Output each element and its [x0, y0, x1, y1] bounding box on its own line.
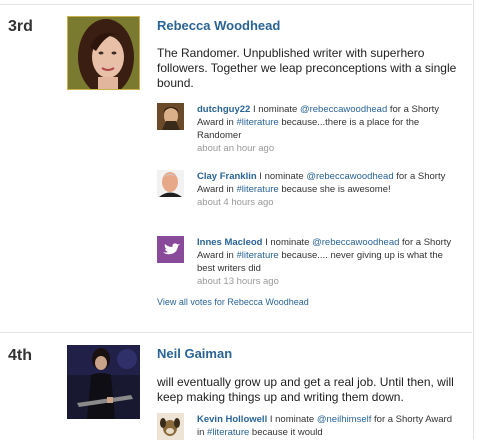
hashtag-link[interactable]: #literature	[236, 184, 278, 195]
vote-reason: because it would	[249, 427, 323, 438]
neil-gaiman-photo[interactable]	[67, 345, 140, 419]
hashtag-link[interactable]: #literature	[236, 250, 278, 261]
vote-reason: because she is awesome!	[278, 184, 391, 195]
nominee-handle[interactable]: @rebeccawoodhead	[306, 171, 393, 182]
voter-avatar[interactable]	[157, 236, 184, 263]
vote-text-part: I nominate	[256, 171, 307, 182]
portrait-photo-icon	[157, 103, 184, 130]
voter-avatar[interactable]	[157, 170, 184, 197]
rank-label: 4th	[8, 347, 32, 364]
nominee-bio: will eventually grow up and get a real j…	[157, 375, 454, 404]
right-border	[473, 0, 474, 439]
vote-timestamp[interactable]: about 4 hours ago	[197, 196, 459, 209]
nominee-bio: The Randomer. Unpublished writer with su…	[157, 46, 457, 90]
vote-text: dutchguy22 I nominate @rebeccawoodhead f…	[197, 103, 459, 155]
portrait-image	[68, 17, 139, 89]
rank-label: 3rd	[8, 18, 33, 35]
vote-timestamp[interactable]: about 13 hours ago	[197, 275, 459, 288]
voter-name[interactable]: Innes Macleod	[197, 237, 262, 248]
voter-avatar[interactable]	[157, 413, 184, 440]
dog-photo-icon	[157, 413, 184, 440]
view-all-votes-link[interactable]: View all votes for Rebecca Woodhead	[157, 297, 309, 307]
nominee-handle[interactable]: @neilhimself	[317, 414, 372, 425]
nominee-handle[interactable]: @rebeccawoodhead	[312, 237, 399, 248]
voter-avatar[interactable]	[157, 103, 184, 130]
vote-text-part: I nominate	[262, 237, 313, 248]
performer-image	[67, 345, 140, 419]
entry-divider	[0, 332, 472, 333]
hashtag-link[interactable]: #literature	[207, 427, 249, 438]
vote-text: Clay Franklin I nominate @rebeccawoodhea…	[197, 170, 459, 209]
nominee-handle[interactable]: @rebeccawoodhead	[300, 104, 387, 115]
vote-text: Innes Macleod I nominate @rebeccawoodhea…	[197, 236, 459, 288]
voter-name[interactable]: Kevin Hollowell	[197, 414, 267, 425]
rebecca-woodhead-photo[interactable]	[67, 16, 140, 90]
man-photo-icon	[157, 170, 184, 197]
vote-text-part: I nominate	[267, 414, 317, 425]
vote-text: Kevin Hollowell I nominate @neilhimself …	[197, 413, 459, 439]
top-divider	[0, 4, 472, 5]
nominee-name[interactable]: Neil Gaiman	[157, 346, 232, 361]
nominee-name[interactable]: Rebecca Woodhead	[157, 18, 280, 33]
voter-name[interactable]: dutchguy22	[197, 104, 250, 115]
twitter-bird-icon	[157, 236, 184, 263]
vote-timestamp[interactable]: about an hour ago	[197, 142, 459, 155]
voter-name[interactable]: Clay Franklin	[197, 171, 257, 182]
vote-text-part: I nominate	[250, 104, 300, 115]
hashtag-link[interactable]: #literature	[236, 117, 278, 128]
